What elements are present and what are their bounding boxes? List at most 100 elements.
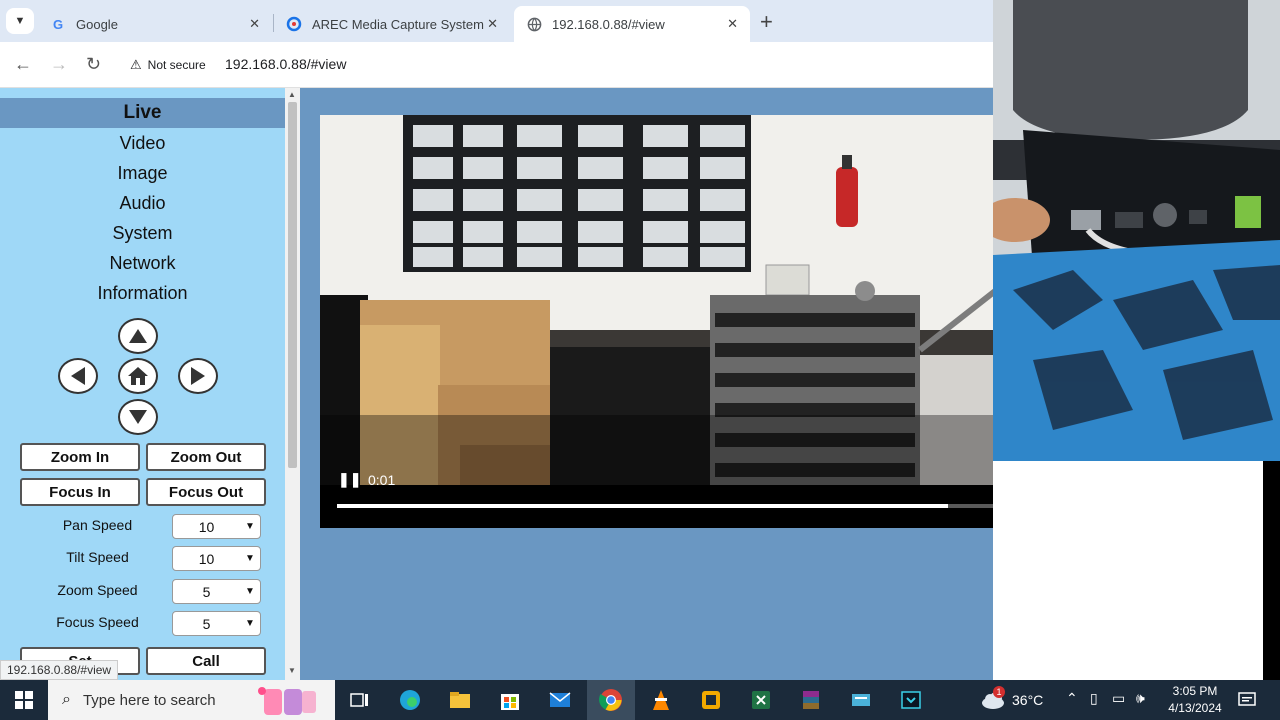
chevron-down-icon: ▼	[245, 618, 255, 629]
winrar-icon[interactable]	[799, 688, 823, 712]
home-icon	[128, 367, 148, 385]
windows-taskbar: ⌕ Type here to search 1 36°C ⌃ ▯ ▭ 🕪 3:0…	[0, 680, 1280, 720]
chevron-down-icon: ▼	[245, 586, 255, 597]
arrow-up-icon	[129, 329, 147, 343]
tilt-down-button[interactable]	[118, 399, 158, 435]
scroll-up-icon[interactable]: ▲	[288, 90, 296, 99]
focus-out-button[interactable]: Focus Out	[146, 478, 266, 506]
volume-icon[interactable]: 🕪	[1136, 690, 1145, 707]
system-clock[interactable]: 3:05 PM 4/13/2024	[1160, 683, 1230, 717]
tilt-up-button[interactable]	[118, 318, 158, 354]
clock-time: 3:05 PM	[1172, 684, 1218, 698]
usb-icon[interactable]: ▯	[1090, 690, 1098, 707]
back-arrow-icon[interactable]: ←	[14, 54, 32, 75]
capture-app-icon[interactable]	[899, 688, 923, 712]
search-highlight-icon	[257, 687, 316, 715]
tab-camera-view[interactable]: 192.168.0.88/#view ✕	[514, 6, 750, 42]
menu-item-information[interactable]: Information	[0, 278, 285, 308]
tab-search-button[interactable]: ▼	[6, 8, 34, 34]
focus-in-button[interactable]: Focus In	[20, 478, 140, 506]
video-progress-bar[interactable]	[337, 504, 993, 508]
focus-speed-label: Focus Speed	[56, 614, 139, 630]
app-icon[interactable]	[699, 688, 723, 712]
call-preset-button[interactable]: Call	[146, 647, 266, 675]
tab-title: AREC Media Capture System	[312, 16, 484, 32]
clock-date: 4/13/2024	[1168, 701, 1222, 715]
pan-speed-value: 10	[198, 518, 215, 535]
start-button[interactable]	[0, 680, 48, 720]
menu-item-live[interactable]: Live	[0, 98, 285, 128]
menu-item-image[interactable]: Image	[0, 158, 285, 188]
sidebar-scrollbar[interactable]: ▲ ▼	[285, 88, 300, 680]
pan-right-button[interactable]	[178, 358, 218, 394]
new-tab-button[interactable]: +	[760, 9, 773, 35]
vlc-icon[interactable]	[649, 688, 673, 712]
globe-icon	[526, 16, 542, 32]
edge-icon[interactable]	[398, 688, 422, 712]
tab-title: Google	[76, 16, 118, 32]
browser-toolbar: ← → ↻ ⚠ Not secure 192.168.0.88/#view	[0, 42, 993, 88]
excel-icon[interactable]	[749, 688, 773, 712]
weather-badge: 1	[993, 686, 1005, 698]
pan-speed-select[interactable]: 10 ▼	[172, 514, 261, 539]
scrollbar-thumb[interactable]	[288, 102, 297, 468]
tab-google[interactable]: G Google ✕	[38, 6, 272, 42]
live-video-player[interactable]: ❚❚ 0:01 ⛶	[320, 115, 993, 528]
menu-item-system[interactable]: System	[0, 218, 285, 248]
notepad-icon[interactable]	[849, 688, 873, 712]
arec-icon	[286, 16, 302, 32]
video-progress-fill	[337, 504, 949, 508]
tab-strip: ▼ G Google ✕ AREC Media Capture System ✕…	[0, 0, 993, 42]
store-icon[interactable]	[498, 688, 522, 712]
pan-left-button[interactable]	[58, 358, 98, 394]
forward-arrow-icon[interactable]: →	[50, 54, 68, 75]
screen-edge	[1263, 461, 1280, 680]
battery-icon[interactable]: ▭	[1112, 690, 1125, 707]
tab-arec[interactable]: AREC Media Capture System ✕	[274, 6, 510, 42]
warning-icon: ⚠	[130, 57, 142, 72]
menu-item-network[interactable]: Network	[0, 248, 285, 278]
google-icon: G	[52, 16, 64, 32]
pause-icon[interactable]: ❚❚	[338, 471, 361, 488]
chevron-up-icon[interactable]: ⌃	[1066, 690, 1078, 707]
reload-icon[interactable]: ↻	[86, 54, 101, 75]
windows-logo-icon	[15, 691, 33, 709]
file-explorer-icon[interactable]	[448, 688, 472, 712]
tilt-speed-select[interactable]: 10 ▼	[172, 546, 261, 571]
security-label: Not secure	[147, 58, 206, 72]
task-view-icon[interactable]	[348, 688, 372, 712]
search-placeholder: Type here to search	[82, 691, 216, 709]
close-icon[interactable]: ✕	[487, 16, 498, 32]
tilt-speed-value: 10	[198, 550, 215, 567]
chevron-down-icon: ▼	[245, 521, 255, 532]
zoom-speed-value: 5	[202, 583, 211, 600]
zoom-out-button[interactable]: Zoom Out	[146, 443, 266, 471]
pan-speed-label: Pan Speed	[62, 517, 133, 533]
arrow-left-icon	[71, 367, 85, 385]
zoom-in-button[interactable]: Zoom In	[20, 443, 140, 471]
menu-item-video[interactable]: Video	[0, 128, 285, 158]
search-icon: ⌕	[62, 691, 71, 708]
chevron-down-icon: ▼	[245, 553, 255, 564]
focus-speed-value: 5	[202, 615, 211, 632]
notification-icon[interactable]	[1238, 691, 1256, 709]
scroll-down-icon[interactable]: ▼	[288, 666, 296, 675]
temperature-label[interactable]: 36°C	[1012, 692, 1043, 708]
home-position-button[interactable]	[118, 358, 158, 394]
taskbar-search-box[interactable]: ⌕ Type here to search	[48, 680, 335, 720]
close-icon[interactable]: ✕	[727, 16, 738, 32]
zoom-speed-label: Zoom Speed	[57, 582, 138, 598]
address-bar[interactable]: 192.168.0.88/#view	[225, 56, 346, 72]
focus-speed-select[interactable]: 5 ▼	[172, 611, 261, 636]
security-indicator[interactable]: ⚠ Not secure	[130, 57, 206, 73]
chrome-icon[interactable]	[599, 688, 623, 712]
mail-icon[interactable]	[548, 688, 572, 712]
zoom-speed-select[interactable]: 5 ▼	[172, 579, 261, 604]
video-time: 0:01	[368, 472, 396, 488]
webcam-overlay-image	[993, 0, 1280, 461]
close-icon[interactable]: ✕	[249, 16, 260, 32]
arrow-right-icon	[191, 367, 205, 385]
status-bar-url: 192.168.0.88/#view	[0, 660, 119, 680]
menu-item-audio[interactable]: Audio	[0, 188, 285, 218]
camera-feed-image	[320, 115, 993, 485]
